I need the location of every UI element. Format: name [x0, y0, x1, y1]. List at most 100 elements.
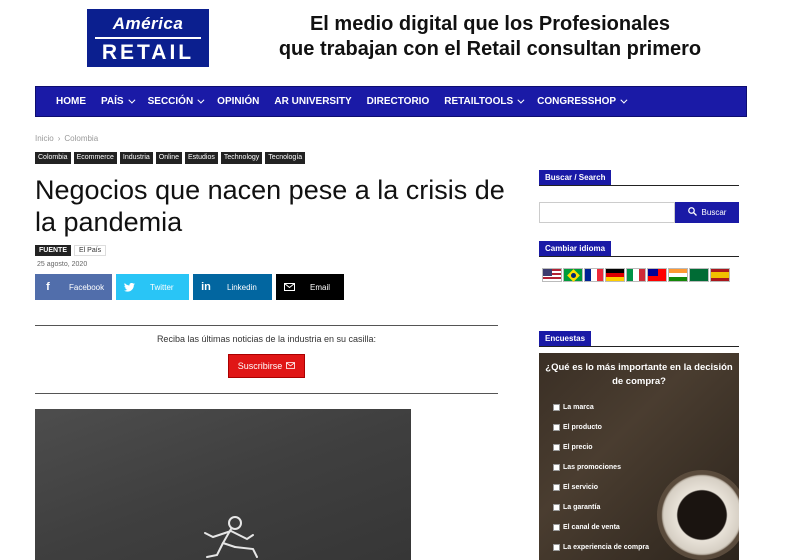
article-title: Negocios que nacen pese a la crisis de l…: [35, 175, 505, 237]
source-label: FUENTE: [35, 245, 71, 256]
flag-spain-icon[interactable]: [710, 268, 730, 282]
chevron-down-icon: [620, 96, 628, 104]
nav-item-congresshop[interactable]: CONGRESSHOP: [537, 96, 628, 107]
flag-saudi-arabia-icon[interactable]: [689, 268, 709, 282]
checkbox[interactable]: [553, 544, 560, 551]
search-widget-title: Buscar / Search: [539, 167, 739, 186]
poll-option-label: La marca: [563, 404, 594, 411]
nav-label: PAÍS: [101, 96, 124, 107]
search-button-label: Buscar: [701, 208, 727, 217]
nav-label: AR UNIVERSITY: [274, 96, 352, 107]
header-tagline: El medio digital que los Profesionales q…: [240, 12, 740, 62]
article-tags: Colombia Ecommerce Industria Online Estu…: [35, 152, 306, 164]
nav-item-opinion[interactable]: OPINIÓN: [217, 96, 259, 107]
article-hero-image: [35, 409, 411, 560]
tag-industria[interactable]: Industria: [119, 152, 153, 164]
flag-germany-icon[interactable]: [605, 268, 625, 282]
poll-option-label: La garantía: [563, 504, 601, 511]
tag-tecnologia[interactable]: Tecnología: [265, 152, 306, 164]
share-facebook-button[interactable]: f Facebook: [35, 274, 112, 300]
poll-option[interactable]: La experiencia de compra: [553, 544, 649, 551]
polls-widget-title: Encuestas: [539, 328, 739, 347]
linkedin-icon: in: [201, 281, 211, 293]
share-label: Twitter: [150, 282, 174, 292]
flag-brazil-icon[interactable]: [563, 268, 583, 282]
checkbox[interactable]: [553, 424, 560, 431]
coffee-cup-background: [657, 470, 739, 560]
checkbox[interactable]: [553, 524, 560, 531]
checkbox[interactable]: [553, 464, 560, 471]
checkbox[interactable]: [553, 504, 560, 511]
chevron-down-icon: [197, 96, 205, 104]
poll-option-label: El precio: [563, 444, 593, 451]
poll-option[interactable]: La garantía: [553, 504, 600, 511]
article-source: FUENTE El País: [35, 245, 107, 256]
flag-usa-icon[interactable]: [542, 268, 562, 282]
tag-technology[interactable]: Technology: [220, 152, 263, 164]
subscribe-button[interactable]: Suscribirse: [228, 354, 305, 378]
twitter-icon: [116, 274, 142, 300]
share-buttons: f Facebook Twitter in Linkedin Email: [35, 274, 344, 300]
tag-estudios[interactable]: Estudios: [185, 152, 218, 164]
logo-divider: [95, 37, 201, 39]
poll-option[interactable]: El precio: [553, 444, 593, 451]
logo-top-text: América: [112, 14, 184, 33]
breadcrumb: Inicio › Colombia: [35, 134, 98, 143]
chevron-down-icon: [517, 96, 525, 104]
flag-taiwan-icon[interactable]: [647, 268, 667, 282]
checkbox[interactable]: [553, 484, 560, 491]
checkbox[interactable]: [553, 404, 560, 411]
tagline-line-1: El medio digital que los Profesionales: [309, 13, 671, 35]
nav-label: CONGRESSHOP: [537, 96, 617, 107]
nav-item-home[interactable]: HOME: [56, 96, 86, 107]
article-date: 25 agosto, 2020: [37, 261, 88, 268]
nav-item-pais[interactable]: PAÍS: [101, 96, 136, 107]
share-email-button[interactable]: Email: [276, 274, 344, 300]
tag-colombia[interactable]: Colombia: [35, 152, 71, 164]
chevron-down-icon: [127, 96, 136, 104]
widget-title-label: Cambiar idioma: [539, 241, 612, 256]
flag-france-icon[interactable]: [584, 268, 604, 282]
nav-item-directorio[interactable]: DIRECTORIO: [367, 96, 430, 107]
poll-option[interactable]: Las promociones: [553, 464, 621, 471]
breadcrumb-current[interactable]: Colombia: [64, 134, 98, 143]
poll-option-label: El servicio: [563, 484, 599, 491]
chalk-figure-drawing: [204, 516, 258, 558]
main-nav: HOME PAÍS SECCIÓN OPINIÓN AR UNIVERSITY …: [35, 86, 747, 117]
share-label: Email: [310, 282, 331, 292]
divider: [35, 325, 498, 326]
search-input[interactable]: [539, 202, 675, 223]
search-icon: [687, 207, 697, 218]
tagline-line-2: que trabajan con el Retail consultan pri…: [278, 38, 702, 60]
checkbox[interactable]: [553, 444, 560, 451]
envelope-icon: [276, 274, 302, 300]
share-twitter-button[interactable]: Twitter: [116, 274, 189, 300]
tag-ecommerce[interactable]: Ecommerce: [73, 152, 117, 164]
nav-label: HOME: [56, 96, 86, 107]
breadcrumb-home[interactable]: Inicio: [35, 134, 54, 143]
poll-option[interactable]: El canal de venta: [553, 524, 620, 531]
poll-option-label: Las promociones: [563, 464, 621, 471]
share-label: Facebook: [69, 282, 105, 292]
poll-option-label: La experiencia de compra: [563, 544, 649, 551]
nav-item-seccion[interactable]: SECCIÓN: [147, 96, 205, 107]
poll-widget: ¿Qué es lo más importante en la decisión…: [539, 353, 739, 560]
share-label: Linkedin: [227, 282, 257, 292]
tag-online[interactable]: Online: [155, 152, 183, 164]
poll-option[interactable]: El servicio: [553, 484, 598, 491]
nav-label: SECCIÓN: [147, 96, 194, 107]
widget-title-label: Encuestas: [539, 331, 592, 346]
share-linkedin-button[interactable]: in Linkedin: [193, 274, 272, 300]
source-name[interactable]: El País: [74, 245, 107, 256]
nav-item-ar-university[interactable]: AR UNIVERSITY: [274, 96, 351, 107]
poll-option[interactable]: El producto: [553, 424, 602, 431]
america-retail-logo[interactable]: América RETAIL: [87, 9, 209, 67]
divider: [35, 393, 498, 394]
flag-italy-icon[interactable]: [626, 268, 646, 282]
search-button[interactable]: Buscar: [675, 202, 739, 223]
poll-option[interactable]: La marca: [553, 404, 594, 411]
nav-item-retailtools[interactable]: RETAILTOOLS: [444, 96, 525, 107]
flag-india-icon[interactable]: [668, 268, 688, 282]
language-widget-title: Cambiar idioma: [539, 238, 739, 257]
envelope-icon: [286, 361, 296, 371]
